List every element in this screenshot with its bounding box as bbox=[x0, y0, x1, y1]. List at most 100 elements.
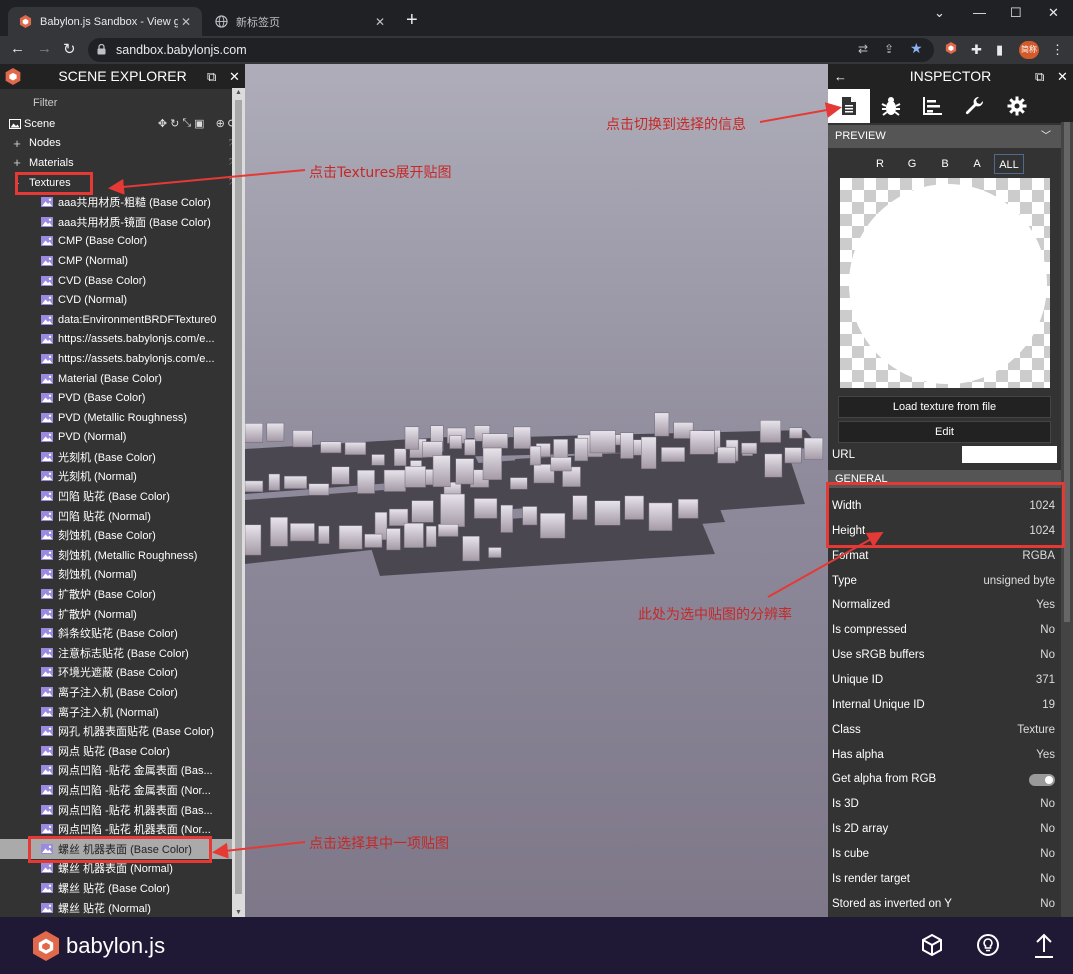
tab-properties[interactable] bbox=[828, 89, 870, 123]
texture-item[interactable]: PVD (Base Color) bbox=[0, 388, 232, 408]
babylon-brand[interactable]: babylon.js bbox=[32, 930, 165, 962]
texture-item[interactable]: CVD (Normal) bbox=[0, 290, 232, 310]
texture-item[interactable]: 光刻机 (Base Color) bbox=[0, 447, 232, 467]
texture-item[interactable]: 离子注入机 (Base Color) bbox=[0, 682, 232, 702]
tree-scene[interactable]: Scene ✥ ↻ ⤡ ▣ ⊕ ⟳ bbox=[0, 114, 245, 134]
texture-item[interactable]: CMP (Normal) bbox=[0, 251, 232, 271]
tab-new-tab[interactable]: 新标签页 ✕ bbox=[204, 7, 396, 36]
reload-icon[interactable]: ↻ bbox=[63, 40, 76, 58]
texture-item[interactable]: CMP (Base Color) bbox=[0, 232, 232, 252]
url-input[interactable] bbox=[962, 446, 1057, 463]
texture-label: CMP (Base Color) bbox=[58, 235, 148, 248]
texture-item[interactable]: 网点凹陷 -贴花 金属表面 (Nor... bbox=[0, 780, 232, 800]
texture-item[interactable]: 网点凹陷 -贴花 金属表面 (Bas... bbox=[0, 761, 232, 781]
channel-a-button[interactable]: A bbox=[962, 154, 992, 174]
share-icon[interactable]: ⇪ bbox=[884, 42, 894, 56]
translate-gizmo-icon[interactable]: ✥ bbox=[158, 117, 167, 130]
machine-box bbox=[422, 441, 443, 458]
puzzle-icon[interactable]: ✚ bbox=[971, 42, 982, 58]
texture-label: CVD (Normal) bbox=[58, 294, 128, 307]
bounding-box-icon[interactable]: ▣ bbox=[194, 117, 204, 130]
scroll-down-icon[interactable]: ▼ bbox=[235, 909, 242, 916]
extension-icon[interactable] bbox=[945, 42, 957, 57]
texture-item[interactable]: 螺丝 贴花 (Normal) bbox=[0, 898, 232, 917]
texture-item[interactable]: 网孔 机器表面贴花 (Base Color) bbox=[0, 721, 232, 741]
environment-cube-icon[interactable] bbox=[920, 933, 944, 957]
tree-nodes[interactable]: + Nodes ⤧ bbox=[0, 134, 245, 154]
popout-icon[interactable]: ⧉ bbox=[207, 64, 216, 89]
side-panel-icon[interactable]: ▮ bbox=[996, 42, 1003, 58]
filter-input[interactable]: Filter bbox=[0, 89, 245, 114]
texture-item[interactable]: 扩散炉 (Normal) bbox=[0, 604, 232, 624]
texture-item[interactable]: https://assets.babylonjs.com/e... bbox=[0, 349, 232, 369]
texture-item[interactable]: 网点 贴花 (Base Color) bbox=[0, 741, 232, 761]
tab-babylon-sandbox[interactable]: Babylon.js Sandbox - View glTF ✕ bbox=[8, 7, 202, 36]
chevron-down-icon[interactable]: ﹀ bbox=[1041, 125, 1051, 148]
preview-section-header[interactable]: PREVIEW ﹀ bbox=[828, 125, 1061, 148]
new-tab-icon[interactable]: + bbox=[406, 9, 418, 32]
lock-icon bbox=[97, 44, 106, 55]
tab-tools[interactable] bbox=[954, 89, 996, 123]
close-explorer-icon[interactable]: ✕ bbox=[229, 64, 240, 89]
back-arrow-icon[interactable]: ← bbox=[834, 64, 847, 89]
alpha-from-rgb-toggle[interactable] bbox=[1029, 774, 1055, 787]
scroll-up-icon[interactable]: ▲ bbox=[235, 89, 242, 96]
forward-icon[interactable]: → bbox=[37, 40, 52, 57]
tab-settings[interactable] bbox=[996, 89, 1038, 123]
texture-item[interactable]: aaa共用材质-粗糙 (Base Color) bbox=[0, 192, 232, 212]
texture-item[interactable]: PVD (Metallic Roughness) bbox=[0, 408, 232, 428]
render-viewport[interactable] bbox=[245, 64, 828, 917]
scale-gizmo-icon[interactable]: ⤡ bbox=[182, 117, 191, 130]
translate-icon[interactable]: ⇄ bbox=[858, 42, 868, 56]
texture-item[interactable]: 凹陷 贴花 (Base Color) bbox=[0, 486, 232, 506]
menu-kebab-icon[interactable]: ⋮ bbox=[1051, 42, 1064, 58]
explorer-scrollbar[interactable]: ▲ ▼ bbox=[232, 88, 245, 917]
texture-item[interactable]: 凹陷 贴花 (Normal) bbox=[0, 506, 232, 526]
load-texture-button[interactable]: Load texture from file bbox=[838, 396, 1051, 418]
channel-b-button[interactable]: B bbox=[930, 154, 960, 174]
texture-item[interactable]: 离子注入机 (Normal) bbox=[0, 702, 232, 722]
edit-texture-button[interactable]: Edit bbox=[838, 421, 1051, 443]
texture-item[interactable]: 螺丝 贴花 (Base Color) bbox=[0, 878, 232, 898]
texture-item[interactable]: 斜条纹贴花 (Base Color) bbox=[0, 623, 232, 643]
channel-r-button[interactable]: R bbox=[865, 154, 895, 174]
lightbulb-icon[interactable] bbox=[976, 933, 1000, 957]
bookmark-star-icon[interactable]: ★ bbox=[910, 40, 923, 57]
texture-item[interactable]: 刻蚀机 (Metallic Roughness) bbox=[0, 545, 232, 565]
rotate-gizmo-icon[interactable]: ↻ bbox=[170, 117, 179, 130]
texture-item[interactable]: aaa共用材质-镜面 (Base Color) bbox=[0, 212, 232, 232]
texture-item[interactable]: Material (Base Color) bbox=[0, 369, 232, 389]
channel-g-button[interactable]: G bbox=[897, 154, 927, 174]
close-tab-icon[interactable]: ✕ bbox=[178, 15, 194, 29]
expand-icon[interactable]: + bbox=[11, 136, 23, 151]
texture-item[interactable]: 刻蚀机 (Base Color) bbox=[0, 525, 232, 545]
picking-icon[interactable]: ⊕ bbox=[216, 117, 225, 130]
minimize-icon[interactable]: — bbox=[973, 5, 986, 20]
channel-all-button[interactable]: ALL bbox=[994, 154, 1024, 174]
texture-item[interactable]: https://assets.babylonjs.com/e... bbox=[0, 330, 232, 350]
profile-avatar[interactable]: 简称 bbox=[1019, 41, 1039, 59]
popout-icon[interactable]: ⧉ bbox=[1035, 64, 1044, 89]
texture-item[interactable]: data:EnvironmentBRDFTexture0 bbox=[0, 310, 232, 330]
maximize-icon[interactable]: ☐ bbox=[1010, 5, 1022, 21]
tab-debug[interactable] bbox=[870, 89, 912, 123]
tab-statistics[interactable] bbox=[912, 89, 954, 123]
texture-item[interactable]: 光刻机 (Normal) bbox=[0, 467, 232, 487]
omnibox[interactable]: sandbox.babylonjs.com ⇄ ⇪ ★ bbox=[88, 38, 934, 62]
close-inspector-icon[interactable]: ✕ bbox=[1057, 64, 1068, 89]
texture-item[interactable]: 环境光遮蔽 (Base Color) bbox=[0, 663, 232, 683]
texture-item[interactable]: 网点凹陷 -贴花 机器表面 (Bas... bbox=[0, 800, 232, 820]
expand-icon[interactable]: + bbox=[11, 155, 23, 170]
texture-item[interactable]: CVD (Base Color) bbox=[0, 271, 232, 291]
texture-item[interactable]: 扩散炉 (Base Color) bbox=[0, 584, 232, 604]
tab-search-icon[interactable]: ⌄ bbox=[934, 5, 945, 21]
back-icon[interactable]: ← bbox=[10, 40, 25, 57]
close-tab-icon[interactable]: ✕ bbox=[372, 15, 388, 29]
texture-item[interactable]: 注意标志贴花 (Base Color) bbox=[0, 643, 232, 663]
scrollbar-thumb[interactable] bbox=[235, 100, 242, 894]
texture-item[interactable]: 刻蚀机 (Normal) bbox=[0, 565, 232, 585]
upload-icon[interactable] bbox=[1032, 933, 1056, 959]
texture-item[interactable]: PVD (Normal) bbox=[0, 428, 232, 448]
tree-materials[interactable]: + Materials ⤧ bbox=[0, 153, 245, 173]
close-window-icon[interactable]: ✕ bbox=[1048, 5, 1059, 21]
